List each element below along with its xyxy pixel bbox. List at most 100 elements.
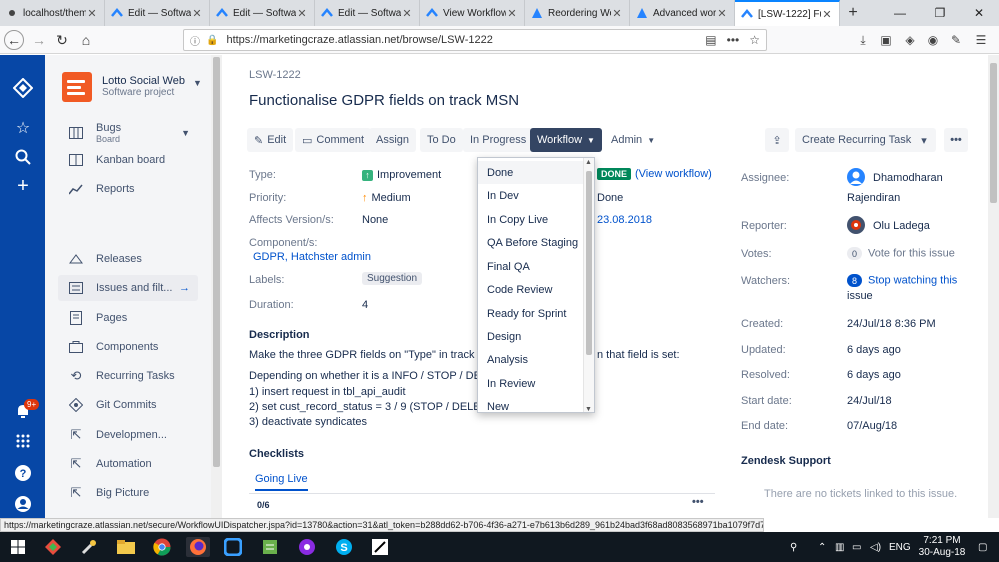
- sidebar-scrollbar[interactable]: [211, 55, 222, 518]
- system-clock[interactable]: 7:21 PM 30-Aug-18: [912, 535, 972, 559]
- todo-button[interactable]: To Do: [420, 128, 463, 152]
- browser-tab[interactable]: Edit — Software ✕: [315, 0, 420, 26]
- workflow-option[interactable]: Design: [478, 325, 584, 348]
- app-switcher-icon[interactable]: [12, 430, 34, 452]
- stop-watching-link[interactable]: Stop watching this: [868, 275, 957, 287]
- sidebar-item-recurring-tasks[interactable]: ⟲ Recurring Tasks: [58, 363, 198, 389]
- share-button[interactable]: ⇪: [765, 128, 789, 152]
- workflow-option[interactable]: In Copy Live: [478, 208, 584, 231]
- workflow-option[interactable]: Ready for Sprint: [478, 302, 584, 325]
- chevron-down-icon[interactable]: ▼: [193, 78, 202, 88]
- firefox-icon[interactable]: [186, 537, 210, 557]
- checklist-tab-going-live[interactable]: Going Live: [255, 473, 308, 491]
- skype-icon[interactable]: S: [334, 537, 354, 557]
- action-center-icon[interactable]: ▢: [978, 532, 987, 562]
- scrollbar-thumb[interactable]: [586, 171, 592, 355]
- scrollbar-thumb[interactable]: [990, 63, 997, 203]
- chevron-down-icon[interactable]: ▼: [181, 128, 190, 138]
- workflow-button[interactable]: Workflow ▼: [530, 128, 602, 152]
- new-tab-button[interactable]: +: [840, 0, 866, 26]
- windows-start-icon[interactable]: [8, 537, 28, 557]
- browser-tab[interactable]: Edit — Software ✕: [210, 0, 315, 26]
- sidebar-item-reports[interactable]: Reports: [58, 176, 198, 202]
- issue-title[interactable]: Functionalise GDPR fields on track MSN: [249, 92, 519, 109]
- battery-icon[interactable]: ▭: [852, 532, 861, 562]
- vpn-icon[interactable]: ◉: [924, 31, 942, 49]
- close-icon[interactable]: ✕: [191, 7, 203, 20]
- sidebar-item-git-commits[interactable]: Git Commits: [58, 392, 198, 418]
- sidebar-item-releases[interactable]: Releases: [58, 246, 198, 272]
- jira-logo-icon[interactable]: [12, 77, 34, 99]
- browser-tab[interactable]: View Workflow ✕: [420, 0, 525, 26]
- download-icon[interactable]: ⤓: [854, 31, 872, 49]
- sidebar-item-development[interactable]: ⇱ Developmen...: [58, 422, 198, 448]
- menu-icon[interactable]: ☰: [972, 31, 990, 49]
- close-icon[interactable]: ✕: [821, 8, 833, 21]
- pen-icon[interactable]: ✎: [947, 31, 965, 49]
- scrollbar-thumb[interactable]: [213, 57, 220, 467]
- fix-date-value[interactable]: 23.08.2018: [597, 214, 652, 226]
- sidebar-item-kanban[interactable]: Kanban board: [58, 147, 198, 173]
- network-icon[interactable]: ▥: [835, 532, 844, 562]
- reporter-avatar[interactable]: [847, 216, 865, 234]
- sidebar-item-big-picture[interactable]: ⇱ Big Picture: [58, 480, 198, 506]
- reporter-name[interactable]: Olu Ladega: [873, 220, 930, 232]
- workflow-option[interactable]: Final QA: [478, 255, 584, 278]
- file-explorer-icon[interactable]: [116, 537, 136, 557]
- forward-icon[interactable]: →: [29, 30, 49, 50]
- close-icon[interactable]: ✕: [296, 7, 308, 20]
- browser-tab[interactable]: Advanced work ✕: [630, 0, 735, 26]
- people-icon[interactable]: ⚲: [790, 532, 797, 562]
- assignee-last[interactable]: Rajendiran: [847, 192, 900, 204]
- dropdown-scrollbar[interactable]: ▲ ▼: [583, 158, 594, 412]
- page-actions-icon[interactable]: •••: [727, 33, 740, 47]
- comment-button[interactable]: ▭ Comment: [295, 128, 372, 152]
- assign-button[interactable]: Assign: [369, 128, 417, 152]
- minimize-icon[interactable]: —: [880, 0, 920, 26]
- assignee-first[interactable]: Dhamodharan: [873, 172, 943, 184]
- back-icon[interactable]: ←: [4, 30, 24, 50]
- vote-link[interactable]: Vote for this issue: [868, 248, 955, 260]
- browser-tab[interactable]: Reordering Wo ✕: [525, 0, 630, 26]
- project-avatar[interactable]: [62, 72, 92, 102]
- bookmark-star-icon[interactable]: ☆: [749, 33, 760, 47]
- more-actions-button[interactable]: •••: [944, 128, 968, 152]
- reader-view-icon[interactable]: ▤: [705, 33, 716, 47]
- close-icon[interactable]: ✕: [506, 7, 518, 20]
- project-name[interactable]: Lotto Social Web: [102, 75, 185, 87]
- app-icon[interactable]: [297, 537, 317, 557]
- create-icon[interactable]: +: [12, 175, 34, 197]
- scroll-up-icon[interactable]: ▲: [585, 159, 592, 166]
- browser-tab-active[interactable]: [LSW-1222] Fun ✕: [735, 0, 840, 26]
- admin-button[interactable]: Admin ▼: [604, 128, 663, 152]
- notepad-icon[interactable]: [260, 537, 280, 557]
- workflow-option[interactable]: New: [478, 395, 584, 413]
- label-badge[interactable]: Suggestion: [362, 272, 423, 285]
- view-workflow-link[interactable]: (View workflow): [635, 168, 712, 180]
- close-icon[interactable]: ✕: [716, 7, 728, 20]
- browser-tab[interactable]: Edit — Software ✕: [105, 0, 210, 26]
- tool-icon[interactable]: [79, 537, 99, 557]
- language-indicator[interactable]: ENG: [889, 532, 911, 562]
- chevron-up-icon[interactable]: ⌃: [818, 532, 826, 562]
- workflow-option[interactable]: In Review: [478, 372, 584, 395]
- scroll-down-icon[interactable]: ▼: [585, 406, 592, 412]
- workflow-option[interactable]: Analysis: [478, 348, 584, 371]
- browser-tab[interactable]: localhost/themé ✕: [0, 0, 105, 26]
- workflow-option[interactable]: QA Before Staging: [478, 231, 584, 254]
- star-icon[interactable]: ☆: [12, 117, 34, 139]
- checklist-more-icon[interactable]: •••: [692, 496, 704, 508]
- sidebar-item-bugs-board[interactable]: Bugs Board ▼: [58, 118, 198, 148]
- help-icon[interactable]: ?: [12, 462, 34, 484]
- home-icon[interactable]: ⌂: [76, 30, 96, 50]
- search-icon[interactable]: [12, 146, 34, 168]
- close-icon[interactable]: ✕: [401, 7, 413, 20]
- app-icon[interactable]: [370, 537, 390, 557]
- issue-key[interactable]: LSW-1222: [249, 69, 301, 81]
- close-window-icon[interactable]: ✕: [959, 0, 999, 26]
- url-bar[interactable]: ⓘ 🔒 https://marketingcraze.atlassian.net…: [183, 29, 767, 51]
- sidebar-item-components[interactable]: Components: [58, 334, 198, 360]
- close-icon[interactable]: ✕: [86, 7, 98, 20]
- main-scrollbar[interactable]: [988, 55, 999, 518]
- component-value[interactable]: GDPR, Hatchster admin: [253, 251, 371, 263]
